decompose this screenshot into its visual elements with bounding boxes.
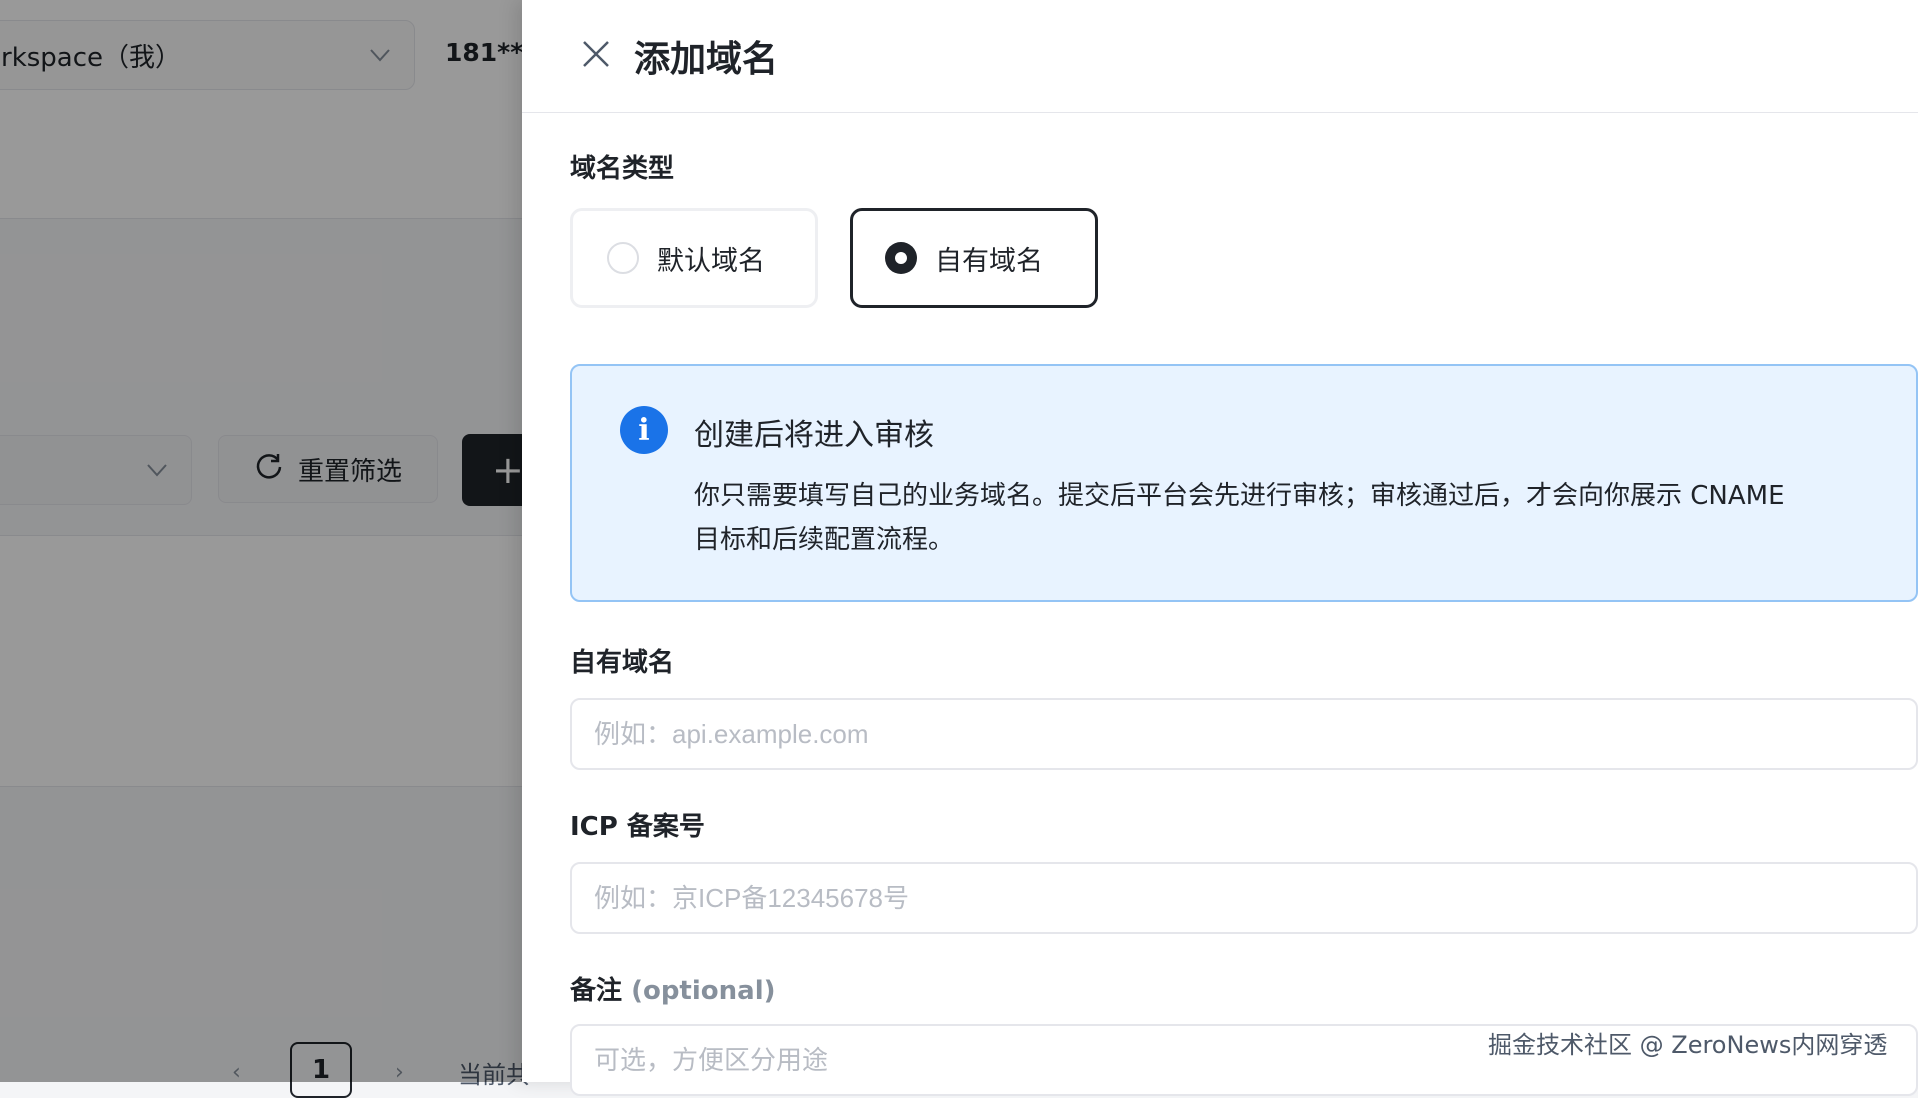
close-icon[interactable] (576, 34, 616, 74)
radio-checked-icon (885, 242, 917, 274)
custom-domain-label: 自有域名 (570, 648, 675, 678)
drawer-header: 添加域名 (522, 0, 1918, 113)
domain-type-label: 域名类型 (570, 154, 675, 184)
add-domain-drawer: 添加域名 域名类型 默认域名 自有域名 i 创建后将进入审核 你只需要填写自己的… (522, 0, 1918, 1096)
radio-unchecked-icon (607, 242, 639, 274)
icp-number-input[interactable] (570, 862, 1918, 934)
optional-tag: (optional) (631, 976, 776, 1006)
custom-domain-input[interactable] (570, 698, 1918, 770)
drawer-title: 添加域名 (634, 39, 779, 80)
info-icon: i (620, 406, 668, 454)
radio-default-domain-label: 默认域名 (657, 245, 765, 277)
remark-label: 备注 (optional) (570, 970, 776, 1007)
radio-own-domain-label: 自有域名 (935, 245, 1043, 277)
remark-label-text: 备注 (570, 976, 623, 1006)
watermark: 掘金技术社区 @ ZeroNews内网穿透 (1488, 1031, 1888, 1059)
notice-title: 创建后将进入审核 (694, 418, 934, 453)
radio-own-domain[interactable]: 自有域名 (850, 208, 1098, 308)
radio-default-domain[interactable]: 默认域名 (570, 208, 818, 308)
icp-label: ICP 备案号 (570, 812, 705, 842)
notice-body: 你只需要填写自己的业务域名。提交后平台会先进行审核；审核通过后，才会向你展示 C… (694, 481, 1785, 555)
review-notice: i 创建后将进入审核 你只需要填写自己的业务域名。提交后平台会先进行审核；审核通… (570, 364, 1918, 602)
